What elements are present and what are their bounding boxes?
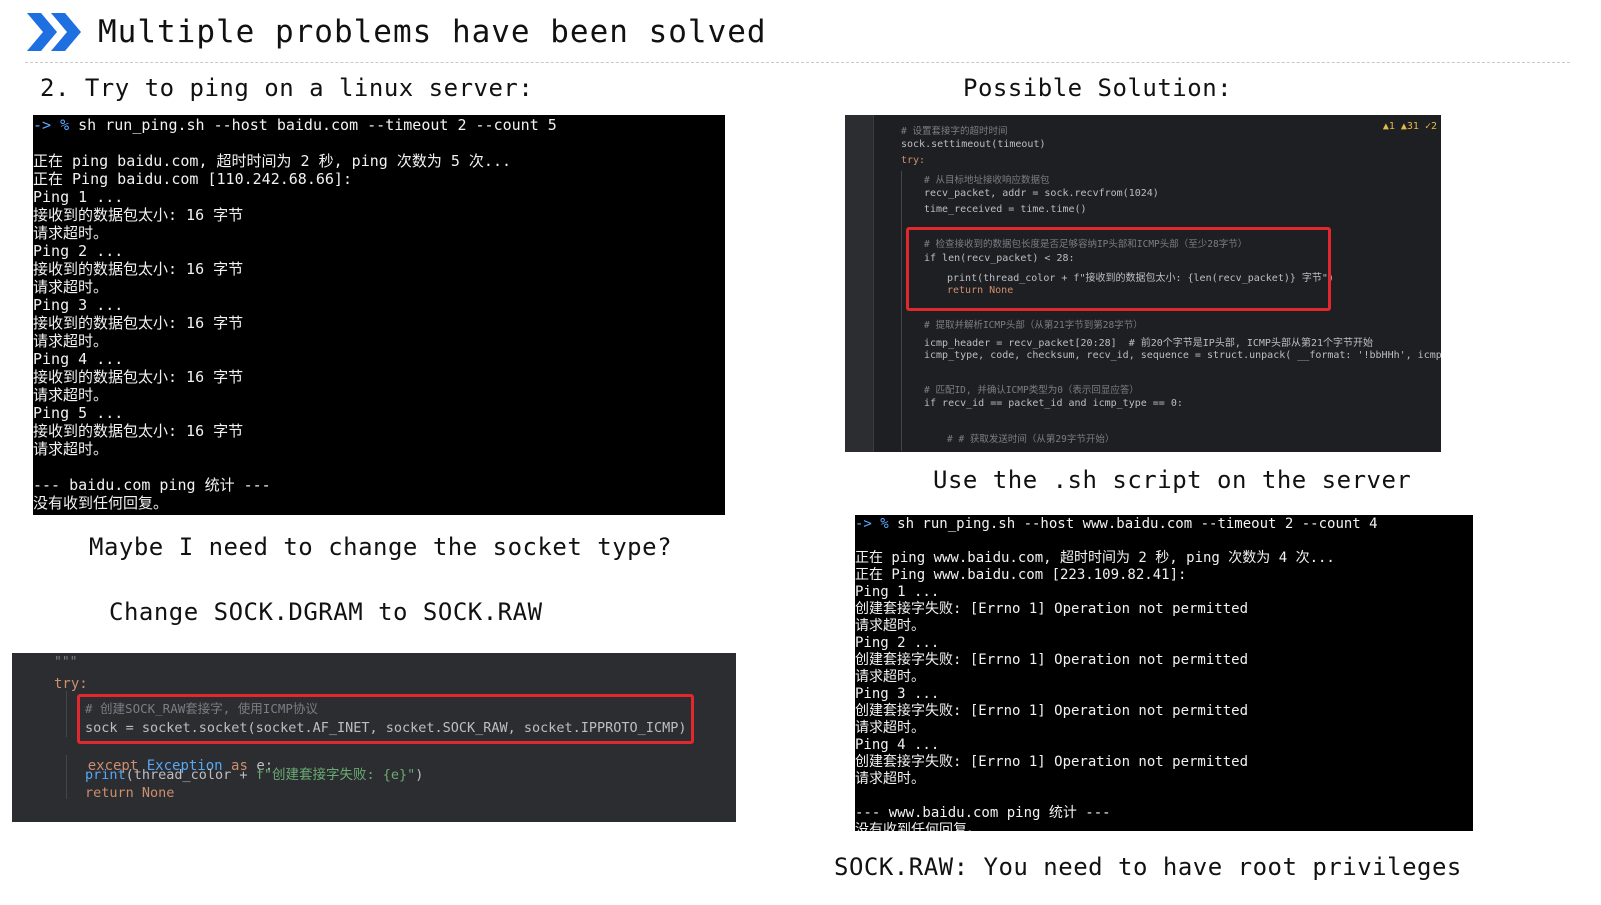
return-keyword: return [85, 785, 134, 801]
code-comment: # 设置套接字的超时时间 [901, 126, 1008, 137]
terminal-line: 接收到的数据包太小: 16 字节 [33, 260, 244, 278]
indent-guide [901, 171, 902, 451]
print-args-start: (thread_color + [125, 767, 256, 783]
terminal-line: --- www.baidu.com ping 统计 --- [855, 805, 1111, 821]
code-try: try: [54, 676, 88, 692]
terminal-line: Ping 5 ... [33, 404, 124, 422]
terminal-line: 请求超时。 [33, 278, 109, 296]
code-line: recv_packet, addr = sock.recvfrom(1024) [924, 187, 1159, 199]
terminal-line: 请求超时。 [33, 224, 109, 242]
terminal-line: Ping 2 ... [855, 635, 940, 651]
terminal-line: Ping 1 ... [855, 584, 940, 600]
terminal-line: 创建套接字失败: [Errno 1] Operation not permitt… [855, 754, 1249, 770]
highlight-box [77, 694, 694, 744]
terminal-lines: -> % sh run_ping.sh --host baidu.com --t… [33, 116, 725, 512]
terminal-line: 接收到的数据包太小: 16 字节 [33, 368, 244, 386]
terminal-line: Ping 3 ... [33, 296, 124, 314]
terminal-line: 创建套接字失败: [Errno 1] Operation not permitt… [855, 601, 1249, 617]
terminal-line: 请求超时。 [33, 386, 109, 404]
code-line: try: [901, 155, 926, 167]
terminal-line: 创建套接字失败: [Errno 1] Operation not permitt… [855, 652, 1249, 668]
code-comment: # 从目标地址接收响应数据包 [924, 174, 1050, 186]
terminal-line: Ping 2 ... [33, 242, 124, 260]
prompt-symbol: -> % [855, 516, 889, 532]
terminal-line: 请求超时。 [855, 618, 925, 634]
none-keyword: None [141, 785, 175, 801]
terminal-line: Ping 3 ... [855, 686, 940, 702]
right-heading: Possible Solution: [963, 74, 1233, 102]
code-return-line: return None [85, 785, 174, 801]
code-comment: # 提取并解析ICMP头部（从第21字节到第28字节） [924, 320, 1143, 332]
terminal-line: 接收到的数据包太小: 16 字节 [33, 314, 244, 332]
terminal-lines: -> % sh run_ping.sh --host www.baidu.com… [855, 516, 1473, 831]
caption-script: Use the .sh script on the server [933, 466, 1412, 494]
print-args-end: ) [415, 767, 424, 783]
code-snippet-raw-socket: """ try: # 创建SOCK_RAW套接字, 使用ICMP协议 sock … [12, 653, 736, 822]
code-print-line: print(thread_color + f"创建套接字失败: {e}") [85, 763, 423, 783]
question-text: Maybe I need to change the socket type? [89, 533, 673, 561]
terminal-line: --- baidu.com ping 统计 --- [33, 476, 271, 494]
terminal-command: -> % sh run_ping.sh --host baidu.com --t… [33, 116, 557, 134]
terminal-line: 请求超时。 [33, 332, 109, 350]
terminal-line: 正在 ping baidu.com, 超时时间为 2 秒, ping 次数为 5… [33, 152, 512, 170]
terminal-line: Ping 4 ... [855, 737, 940, 753]
footer-note: SOCK.RAW: You need to have root privileg… [834, 853, 1462, 881]
code-line: if recv_id == packet_id and icmp_type ==… [924, 398, 1183, 410]
change-note: Change SOCK.DGRAM to SOCK.RAW [109, 598, 543, 626]
inspection-status[interactable]: ▲1 ▲31 ✓2 [1383, 121, 1437, 132]
terminal-line: 接收到的数据包太小: 16 字节 [33, 206, 244, 224]
code-docstring: """ [54, 655, 78, 670]
code-line: sock.settimeout(timeout) [901, 139, 1046, 151]
terminal-line: 请求超时。 [855, 669, 925, 685]
terminal-line: 请求超时。 [855, 720, 925, 736]
terminal-line: 正在 Ping www.baidu.com [223.109.82.41]: [855, 567, 1187, 583]
code-line: icmp_header = recv_packet[20:28] # 前20个字… [924, 337, 1373, 349]
page-title: Multiple problems have been solved [98, 14, 767, 50]
terminal-line: Ping 1 ... [33, 188, 124, 206]
terminal-line: 没有收到任何回复。 [855, 822, 981, 831]
terminal-command: -> % sh run_ping.sh --host www.baidu.com… [855, 516, 1378, 532]
code-comment: # # 获取发送时间（从第29字节开始） [947, 433, 1115, 445]
double-chevron-icon [27, 13, 81, 51]
terminal-line: 正在 ping www.baidu.com, 超时时间为 2 秒, ping 次… [855, 550, 1335, 566]
code-line: icmp_type, code, checksum, recv_id, sequ… [924, 349, 1441, 361]
indent-guide [66, 691, 67, 737]
terminal-line: 请求超时。 [855, 771, 925, 787]
terminal-line: 请求超时。 [33, 440, 109, 458]
code-line: time_received = time.time() [924, 204, 1087, 215]
terminal-line: 正在 Ping baidu.com [110.242.68.66]: [33, 170, 352, 188]
terminal-server-output: -> % sh run_ping.sh --host www.baidu.com… [855, 515, 1473, 831]
ide-code-editor: ▲1 ▲31 ✓2 # 设置套接字的超时时间 sock.settimeout(ti… [845, 115, 1441, 452]
terminal-line: Ping 4 ... [33, 350, 124, 368]
highlight-box [906, 227, 1331, 311]
terminal-line: 没有收到任何回复。 [33, 494, 169, 512]
prompt-symbol: -> % [33, 116, 70, 134]
terminal-ping-output: -> % sh run_ping.sh --host baidu.com --t… [33, 115, 725, 515]
line-gutter [845, 115, 874, 452]
print-fstring: f"创建套接字失败: {e}" [255, 767, 416, 783]
print-fn: print [85, 767, 126, 783]
terminal-line: 接收到的数据包太小: 16 字节 [33, 422, 244, 440]
header-divider [25, 62, 1570, 63]
terminal-line: 创建套接字失败: [Errno 1] Operation not permitt… [855, 703, 1249, 719]
code-comment: # 匹配ID, 并确认ICMP类型为0（表示回显应答） [924, 385, 1139, 397]
left-heading: 2. Try to ping on a linux server: [40, 74, 534, 102]
